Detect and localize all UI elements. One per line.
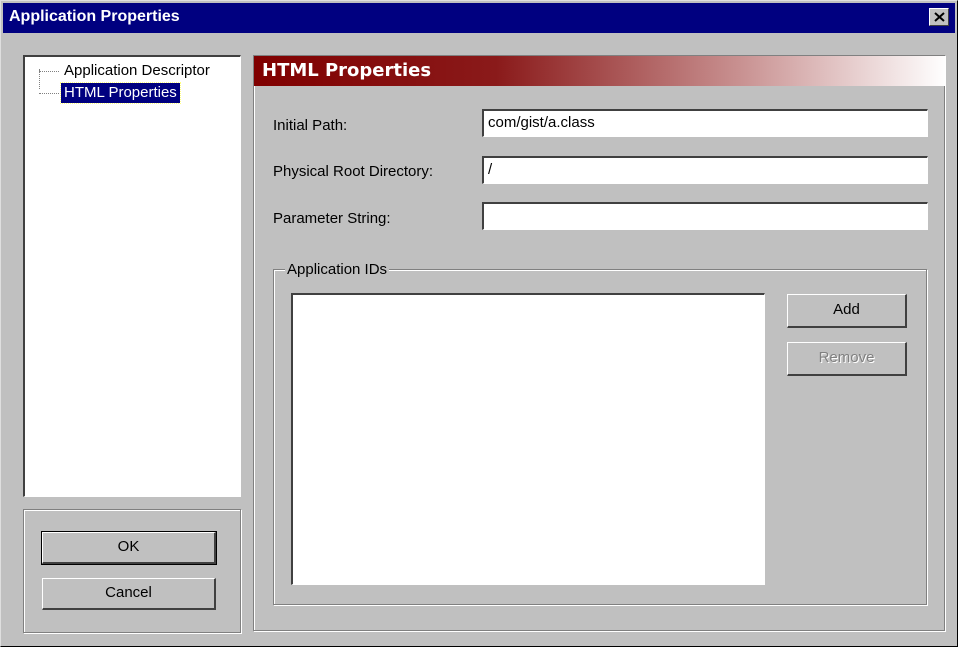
initial-path-label: Initial Path: — [273, 117, 348, 134]
panel-header-title: HTML Properties — [262, 60, 432, 81]
application-ids-list[interactable] — [291, 293, 765, 585]
tree-item-html-properties[interactable]: HTML Properties — [39, 82, 181, 105]
title-bar[interactable]: Application Properties — [3, 3, 955, 33]
panel-header: HTML Properties — [254, 56, 946, 86]
tree-dash — [39, 92, 59, 94]
parameter-string-input[interactable] — [482, 202, 928, 230]
initial-path-input[interactable]: com/gist/a.class — [482, 109, 928, 137]
window-title: Application Properties — [9, 8, 180, 25]
close-icon — [934, 12, 945, 22]
ok-button[interactable]: OK — [41, 531, 217, 565]
physical-root-label: Physical Root Directory: — [273, 163, 434, 180]
cancel-button[interactable]: Cancel — [42, 578, 216, 610]
tree-dash — [39, 70, 59, 72]
tree-item-label: HTML Properties — [60, 82, 181, 105]
close-button[interactable] — [929, 8, 949, 26]
application-ids-title: Application IDs — [285, 261, 390, 278]
tree-item-label: Application Descriptor — [64, 62, 210, 80]
application-properties-dialog: Application Properties Application Descr… — [0, 0, 958, 647]
add-button[interactable]: Add — [787, 294, 907, 328]
parameter-string-label: Parameter String: — [273, 210, 391, 227]
action-button-group: OK Cancel — [23, 509, 241, 633]
properties-tree[interactable]: Application Descriptor HTML Properties — [23, 55, 241, 497]
remove-button[interactable]: Remove — [787, 342, 907, 376]
physical-root-input[interactable]: / — [482, 156, 928, 184]
tree-item-application-descriptor[interactable]: Application Descriptor — [39, 61, 213, 83]
